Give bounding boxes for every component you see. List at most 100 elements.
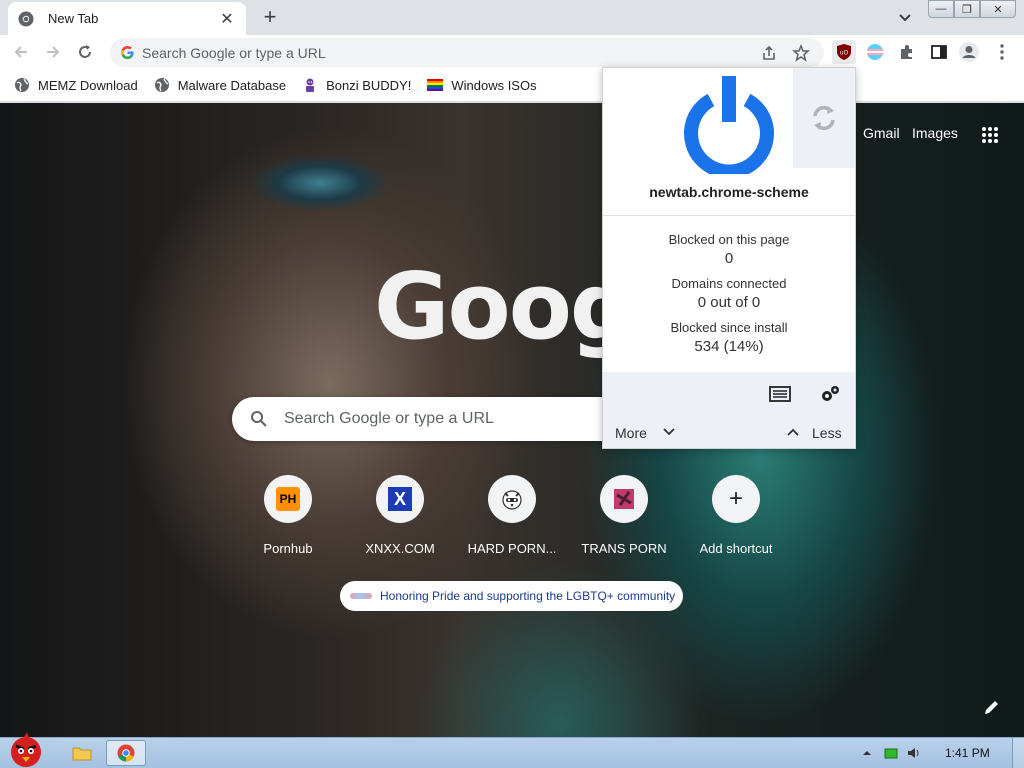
ublock-stats: Blocked on this page 0 Domains connected…	[603, 215, 855, 372]
stat-label: Domains connected	[671, 276, 787, 291]
svg-text:uO: uO	[840, 50, 849, 57]
tab-strip: New Tab ✕ + — ❐ ✕	[0, 0, 1024, 35]
new-tab-button[interactable]: +	[258, 4, 282, 29]
gmail-link[interactable]: Gmail	[863, 125, 900, 141]
bookmark-memz[interactable]: MEMZ Download	[14, 77, 138, 93]
chrome-icon	[117, 744, 135, 762]
globe-icon	[15, 78, 29, 92]
share-icon[interactable]	[760, 44, 778, 62]
pride-flag-icon	[350, 593, 372, 599]
more-button[interactable]: More	[615, 425, 647, 441]
shortcut-label: TRANS PORN	[581, 541, 667, 556]
shortcut-label: XNXX.COM	[365, 541, 435, 556]
less-button[interactable]: Less	[812, 425, 842, 441]
ublock-more-less: More Less	[603, 416, 855, 448]
x-icon: X	[388, 487, 412, 511]
avatar-icon	[959, 42, 979, 62]
reload-button[interactable]	[74, 41, 96, 63]
logger-list-icon[interactable]	[769, 384, 791, 404]
shortcut-pornhub[interactable]: PH Pornhub	[232, 475, 344, 556]
side-panel-button[interactable]	[928, 41, 950, 63]
stat-label: Blocked since install	[670, 320, 788, 335]
shortcut-icon-circle: +	[712, 475, 760, 523]
chrome-icon	[18, 11, 34, 26]
rainbow-flag-icon	[427, 79, 444, 91]
tray-expand-icon[interactable]	[860, 746, 874, 760]
battery-icon[interactable]	[884, 746, 898, 760]
omnibox[interactable]	[110, 38, 824, 67]
ublock-popup: newtab.chrome-scheme Blocked on this pag…	[602, 67, 856, 449]
tab-search-icon[interactable]	[896, 8, 914, 26]
side-panel-icon	[931, 45, 947, 59]
stat-value: 0	[724, 250, 734, 267]
google-g-icon	[120, 45, 134, 60]
shortcut-label: Pornhub	[263, 541, 313, 556]
bookmark-windows-isos[interactable]: Windows ISOs	[427, 77, 537, 93]
refresh-icon	[813, 105, 835, 131]
shortcut-xnxx[interactable]: X XNXX.COM	[344, 475, 456, 556]
close-window-button[interactable]: ✕	[980, 0, 1016, 18]
ublock-refresh-button[interactable]	[793, 68, 855, 168]
search-icon	[251, 411, 267, 427]
ublock-hostname: newtab.chrome-scheme	[649, 184, 809, 200]
stat-label: Blocked on this page	[668, 232, 790, 247]
stat-value: 534 (14%)	[694, 338, 764, 355]
stat-value: 0 out of 0	[697, 294, 761, 311]
shortcut-icon-circle: PH	[264, 475, 312, 523]
ublock-tools	[603, 372, 855, 416]
start-button-angry-bird-icon[interactable]	[2, 732, 50, 768]
back-arrow-icon	[14, 46, 27, 58]
shortcut-icon-circle	[600, 475, 648, 523]
ublock-shield-icon: uO	[837, 44, 851, 60]
profile-button[interactable]	[958, 41, 980, 63]
shortcut-hard-porn[interactable]: HARD PORN...	[456, 475, 568, 556]
raccoon-icon	[502, 490, 522, 510]
restore-button[interactable]: ❐	[954, 0, 980, 18]
pride-banner[interactable]: Honoring Pride and supporting the LGBTQ+…	[340, 581, 683, 611]
chevron-up-icon[interactable]	[787, 428, 799, 436]
puzzle-icon	[901, 45, 912, 59]
globe-icon	[154, 78, 169, 92]
add-shortcut-button[interactable]: + Add shortcut	[680, 475, 792, 556]
trans-flag-icon	[867, 44, 883, 60]
forward-button[interactable]	[42, 41, 64, 63]
site-favicon-icon	[614, 489, 634, 509]
power-icon[interactable]	[683, 74, 775, 174]
ublock-header: newtab.chrome-scheme	[603, 68, 855, 215]
volume-icon[interactable]	[907, 746, 921, 760]
taskbar-clock[interactable]: 1:41 PM	[945, 746, 990, 760]
toolbar: uO	[0, 35, 1024, 69]
ublock-extension-button[interactable]: uO	[832, 40, 856, 64]
folder-icon	[72, 747, 92, 761]
pride-extension-button[interactable]	[864, 41, 886, 63]
customize-pencil-icon[interactable]	[982, 697, 1002, 717]
bonzi-icon	[306, 78, 315, 92]
show-desktop-button[interactable]	[1012, 738, 1024, 768]
tab-new-tab[interactable]: New Tab ✕	[8, 2, 246, 35]
bookmark-label: Bonzi BUDDY!	[326, 77, 412, 93]
chevron-down-icon[interactable]	[663, 428, 675, 436]
tab-close-icon[interactable]: ✕	[218, 10, 236, 28]
bookmark-label: Windows ISOs	[451, 77, 537, 93]
taskbar-chrome[interactable]	[106, 740, 146, 766]
minimize-button[interactable]: —	[928, 0, 954, 18]
shortcut-label: Add shortcut	[699, 541, 773, 556]
images-link[interactable]: Images	[912, 125, 958, 141]
new-tab-page: Gmail Images Googl PH Pornhub X XNXX.COM…	[0, 103, 1024, 737]
reload-icon	[79, 45, 91, 58]
back-button[interactable]	[10, 41, 32, 63]
taskbar-explorer[interactable]	[62, 740, 102, 766]
tab-title: New Tab	[48, 11, 99, 26]
ph-icon: PH	[276, 487, 300, 511]
omnibox-input[interactable]	[142, 42, 742, 63]
extensions-button[interactable]	[896, 41, 918, 63]
shortcut-label: HARD PORN...	[467, 541, 557, 556]
plus-icon: +	[728, 485, 743, 512]
bookmark-malware-database[interactable]: Malware Database	[154, 77, 286, 93]
dashboard-gears-icon[interactable]	[819, 384, 841, 404]
chrome-menu-button[interactable]	[991, 41, 1013, 63]
bookmark-bonzi-buddy[interactable]: Bonzi BUDDY!	[302, 77, 411, 93]
bookmark-star-icon[interactable]	[792, 44, 810, 62]
google-apps-icon[interactable]	[980, 125, 1000, 145]
shortcut-trans-porn[interactable]: TRANS PORN	[568, 475, 680, 556]
